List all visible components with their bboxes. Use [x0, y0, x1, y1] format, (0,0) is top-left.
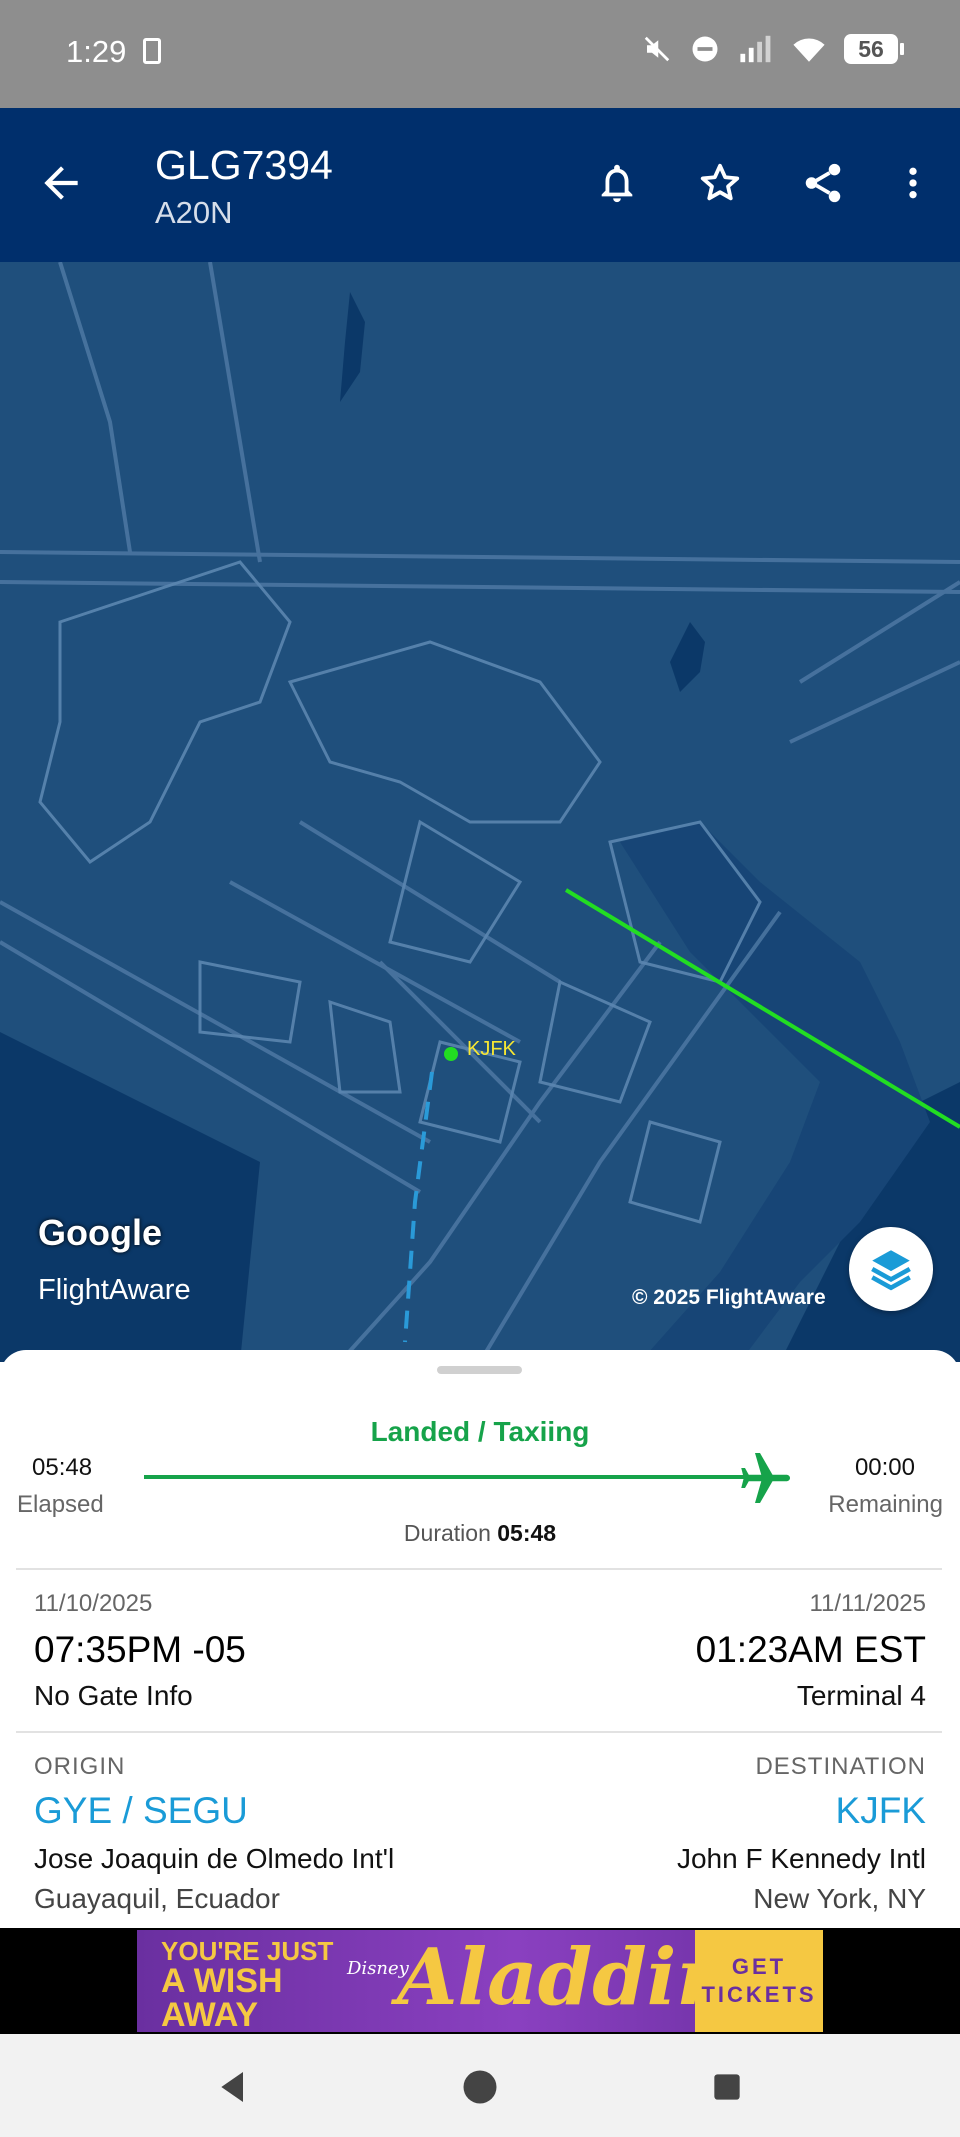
share-icon[interactable]	[796, 156, 850, 210]
nav-home-icon[interactable]	[455, 2062, 505, 2112]
ad-line3: AWAY	[161, 1996, 259, 2032]
duration-label: Duration	[403, 1520, 491, 1546]
origin-airport-name: Jose Joaquin de Olmedo Int'l	[34, 1843, 395, 1874]
duration: Duration 05:48	[0, 1520, 960, 1547]
destination-code-link[interactable]: KJFK	[836, 1790, 926, 1832]
ad-line1: YOU'RE JUST	[161, 1936, 334, 1966]
plane-icon	[735, 1448, 795, 1508]
departure-time: 07:35PM -05	[34, 1629, 246, 1670]
app-bar: GLG7394 A20N	[0, 108, 960, 262]
mute-icon	[644, 36, 670, 62]
battery-icon: 56	[844, 34, 904, 64]
back-arrow-icon[interactable]	[36, 158, 86, 208]
airport-label: KJFK	[467, 1038, 516, 1060]
destination-label: DESTINATION	[755, 1753, 926, 1780]
destination-airport-name: John F Kennedy Intl	[676, 1843, 926, 1874]
status-bar: 1:29 56	[0, 0, 960, 108]
flight-map[interactable]: KJFK	[0, 262, 960, 1362]
origin-code-link[interactable]: GYE / SEGU	[34, 1790, 248, 1832]
ad-cta-line2: TICKETS	[701, 1982, 817, 2007]
sim-icon	[143, 38, 161, 64]
bell-icon[interactable]	[590, 156, 644, 210]
status-time: 1:29	[66, 34, 127, 69]
remaining-label: Remaining	[828, 1491, 943, 1518]
duration-value: 05:48	[497, 1520, 557, 1546]
nav-back-icon[interactable]	[208, 2062, 258, 2112]
layers-button[interactable]	[849, 1227, 933, 1311]
flight-details-sheet: Landed / Taxiing 05:48 Elapsed 00:00 Rem…	[0, 1350, 960, 1930]
departure-gate: No Gate Info	[34, 1680, 193, 1711]
elapsed-label: Elapsed	[17, 1491, 104, 1518]
sheet-handle[interactable]	[437, 1366, 522, 1374]
aircraft-type: A20N	[155, 195, 233, 230]
divider	[16, 1568, 942, 1570]
flight-number: GLG7394	[155, 142, 333, 188]
remaining-time: 00:00	[854, 1454, 915, 1481]
arrival-date: 11/11/2025	[809, 1590, 926, 1617]
progress-bar	[144, 1475, 754, 1479]
arrival-time: 01:23AM EST	[695, 1629, 926, 1670]
status-icons: 56	[642, 34, 904, 64]
ad-banner[interactable]: YOU'RE JUST A WISH AWAY Disney Aladdin G…	[0, 1928, 960, 2034]
elapsed-time: 05:48	[32, 1454, 93, 1481]
star-icon[interactable]	[693, 156, 747, 210]
airport-marker	[444, 1047, 458, 1061]
dnd-icon	[692, 36, 718, 62]
ad-line2: A WISH	[161, 1962, 283, 2000]
taxi-track	[403, 1071, 434, 1343]
arrival-gate: Terminal 4	[796, 1680, 926, 1711]
get-tickets-button[interactable]: GET TICKETS	[695, 1930, 823, 2032]
more-vert-icon[interactable]	[886, 156, 940, 210]
flight-status: Landed / Taxiing	[370, 1416, 590, 1447]
divider	[16, 1731, 942, 1733]
ad-title: Aladdin	[397, 1932, 734, 2023]
system-nav-bar	[0, 2034, 960, 2137]
origin-label: ORIGIN	[34, 1753, 126, 1780]
google-logo: Google	[38, 1212, 162, 1253]
wifi-icon	[793, 38, 825, 62]
departure-date: 11/10/2025	[34, 1590, 153, 1617]
ad-tagline: YOU'RE JUST A WISH AWAY	[161, 1938, 333, 2032]
origin-city: Guayaquil, Ecuador	[34, 1883, 280, 1914]
ad-cta-line1: GET	[731, 1954, 787, 1979]
map-canvas	[0, 262, 960, 1362]
battery-level: 56	[858, 35, 884, 62]
destination-city: New York, NY	[753, 1883, 926, 1914]
signal-icon	[740, 35, 771, 63]
flightaware-logo: FlightAware	[38, 1274, 191, 1306]
ad-creative[interactable]: YOU'RE JUST A WISH AWAY Disney Aladdin G…	[137, 1930, 823, 2032]
layers-icon	[871, 1250, 911, 1291]
map-copyright: © 2025 FlightAware	[632, 1286, 826, 1309]
nav-recents-icon[interactable]	[702, 2062, 752, 2112]
